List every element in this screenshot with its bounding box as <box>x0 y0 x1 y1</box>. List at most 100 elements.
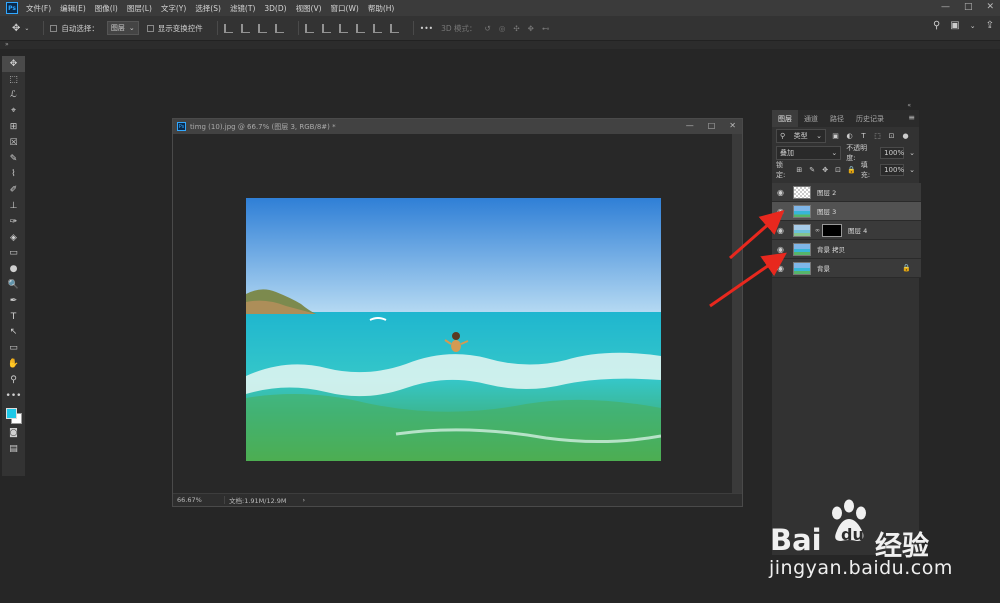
lock-position-icon[interactable]: ✥ <box>821 165 829 174</box>
zoom-level[interactable]: 66.67% <box>173 496 225 504</box>
document-info[interactable]: 文档:1.91M/12.9M <box>225 495 287 505</box>
mask-link-icon[interactable]: ∞ <box>815 227 820 234</box>
align-right-icon[interactable] <box>257 23 267 33</box>
gradient-tool-icon[interactable]: ▭ <box>2 246 25 262</box>
visibility-eye-icon[interactable]: ◉ <box>772 188 789 197</box>
rectangle-tool-icon[interactable]: ▭ <box>2 340 25 356</box>
align-edges-icon[interactable] <box>389 23 399 33</box>
document-title-bar[interactable]: Ps timg (10).jpg @ 66.7% (图层 3, RGB/8#) … <box>173 119 742 134</box>
path-selection-tool-icon[interactable]: ↖ <box>2 325 25 341</box>
workspace-icon[interactable]: ▣ <box>950 20 959 31</box>
3d-slide-icon[interactable]: ✥ <box>528 24 534 33</box>
layer-row[interactable]: ◉ 图层 2 <box>772 183 921 202</box>
menu-filter[interactable]: 滤镜(T) <box>230 3 255 14</box>
lasso-tool-icon[interactable]: ℒ <box>2 88 25 104</box>
search-icon[interactable]: ⚲ <box>933 20 940 31</box>
crop-tool-icon[interactable]: ⊞ <box>2 119 25 135</box>
layer-name[interactable]: 图层 4 <box>848 225 867 235</box>
menu-help[interactable]: 帮助(H) <box>368 3 395 14</box>
more-options-button[interactable]: ••• <box>420 24 433 33</box>
fill-chevron-icon[interactable]: ⌄ <box>909 166 915 174</box>
align-left-icon[interactable] <box>223 23 233 33</box>
healing-brush-tool-icon[interactable]: ⌇ <box>2 167 25 183</box>
tab-history[interactable]: 历史记录 <box>850 110 890 127</box>
3d-rotate-icon[interactable]: ↺ <box>485 24 491 33</box>
menu-layer[interactable]: 图层(L) <box>127 3 152 14</box>
edit-toolbar-icon[interactable]: ••• <box>2 388 25 404</box>
auto-select-dropdown[interactable]: 图层 ⌄ <box>106 21 139 35</box>
clone-stamp-tool-icon[interactable]: ⊥ <box>2 198 25 214</box>
vertical-scrollbar[interactable] <box>732 134 742 494</box>
frame-tool-icon[interactable]: ☒ <box>2 135 25 151</box>
visibility-eye-icon[interactable]: ◉ <box>772 264 789 273</box>
eyedropper-tool-icon[interactable]: ✎ <box>2 151 25 167</box>
layer-name[interactable]: 图层 2 <box>817 187 836 197</box>
marquee-tool-icon[interactable]: ⬚ <box>2 72 25 88</box>
layer-name[interactable]: 图层 3 <box>817 206 836 216</box>
distribute-vertical-icon[interactable] <box>355 23 365 33</box>
foreground-color-swatch[interactable] <box>6 407 17 419</box>
blend-mode-dropdown[interactable]: 叠加 ⌄ <box>776 145 842 160</box>
minimize-icon[interactable]: — <box>941 2 950 12</box>
menu-3d[interactable]: 3D(D) <box>264 4 286 13</box>
menu-edit[interactable]: 编辑(E) <box>60 3 86 14</box>
lock-transparent-icon[interactable]: ⊞ <box>795 165 803 174</box>
layer-mask-thumbnail[interactable] <box>822 223 842 237</box>
collapse-panel-icon[interactable]: « <box>907 102 911 109</box>
canvas-image[interactable] <box>246 198 661 461</box>
menu-window[interactable]: 窗口(W) <box>331 3 359 14</box>
filter-adjustment-icon[interactable]: ◐ <box>845 131 854 140</box>
layer-row[interactable]: ◉ 背景 拷贝 <box>772 240 921 259</box>
auto-select-checkbox[interactable]: 自动选择： <box>50 23 99 34</box>
filter-shape-icon[interactable]: ⬚ <box>873 131 882 140</box>
3d-roll-icon[interactable]: ◎ <box>499 24 506 33</box>
visibility-eye-icon[interactable]: ◉ <box>772 207 789 216</box>
3d-drag-icon[interactable]: ✣ <box>513 24 519 33</box>
close-icon[interactable]: ✕ <box>986 2 994 12</box>
zoom-tool-icon[interactable]: ⚲ <box>2 372 25 388</box>
filter-type-icon[interactable]: T <box>859 131 868 140</box>
maximize-icon[interactable]: □ <box>964 2 973 12</box>
align-bottom-icon[interactable] <box>338 23 348 33</box>
align-center-icon[interactable] <box>240 23 250 33</box>
move-tool-icon[interactable]: ✥ <box>2 56 25 72</box>
status-chevron-icon[interactable]: › <box>303 496 306 504</box>
history-brush-tool-icon[interactable]: ✑ <box>2 214 25 230</box>
workspace-chevron-icon[interactable]: ⌄ <box>970 22 976 30</box>
layer-row-selected[interactable]: ◉ 图层 3 <box>772 202 921 221</box>
menu-image[interactable]: 图像(I) <box>95 3 118 14</box>
move-tool-icon[interactable]: ✥ <box>12 23 20 34</box>
align-top-icon[interactable] <box>304 23 314 33</box>
opacity-input[interactable]: 100% <box>880 146 904 159</box>
layer-filter-dropdown[interactable]: ⚲ 类型 ⌄ <box>776 128 826 143</box>
quick-mask-icon[interactable]: ◙ <box>2 426 25 442</box>
distribute-horizontal-icon[interactable] <box>372 23 382 33</box>
menu-type[interactable]: 文字(Y) <box>161 3 186 14</box>
visibility-eye-icon[interactable]: ◉ <box>772 245 789 254</box>
tool-preset-chevron-icon[interactable]: ⌄ <box>24 25 29 32</box>
eraser-tool-icon[interactable]: ◈ <box>2 230 25 246</box>
hand-tool-icon[interactable]: ✋ <box>2 356 25 372</box>
menu-view[interactable]: 视图(V) <box>296 3 322 14</box>
type-tool-icon[interactable]: T <box>2 309 25 325</box>
canvas-area[interactable] <box>173 134 733 494</box>
filter-toggle-icon[interactable]: ● <box>901 131 910 140</box>
minimize-icon[interactable]: — <box>686 121 694 130</box>
show-transform-checkbox[interactable]: 显示变换控件 <box>146 23 203 34</box>
filter-smart-object-icon[interactable]: ⊡ <box>887 131 896 140</box>
opacity-chevron-icon[interactable]: ⌄ <box>909 149 915 157</box>
quick-select-tool-icon[interactable]: ⌖ <box>2 103 25 119</box>
dodge-tool-icon[interactable]: 🔍 <box>2 277 25 293</box>
fill-input[interactable]: 100% <box>880 163 904 176</box>
blur-tool-icon[interactable]: ● <box>2 261 25 277</box>
share-icon[interactable]: ⇪ <box>986 20 994 31</box>
menu-select[interactable]: 选择(S) <box>195 3 221 14</box>
visibility-eye-icon[interactable]: ◉ <box>772 226 789 235</box>
align-middle-icon[interactable] <box>321 23 331 33</box>
layer-name[interactable]: 背景 拷贝 <box>817 244 845 254</box>
3d-scale-icon[interactable]: ⊷ <box>542 24 550 33</box>
lock-artboard-icon[interactable]: ⊡ <box>834 165 842 174</box>
brush-tool-icon[interactable]: ✐ <box>2 182 25 198</box>
lock-all-icon[interactable]: 🔒 <box>847 165 856 174</box>
tab-paths[interactable]: 路径 <box>824 110 850 127</box>
